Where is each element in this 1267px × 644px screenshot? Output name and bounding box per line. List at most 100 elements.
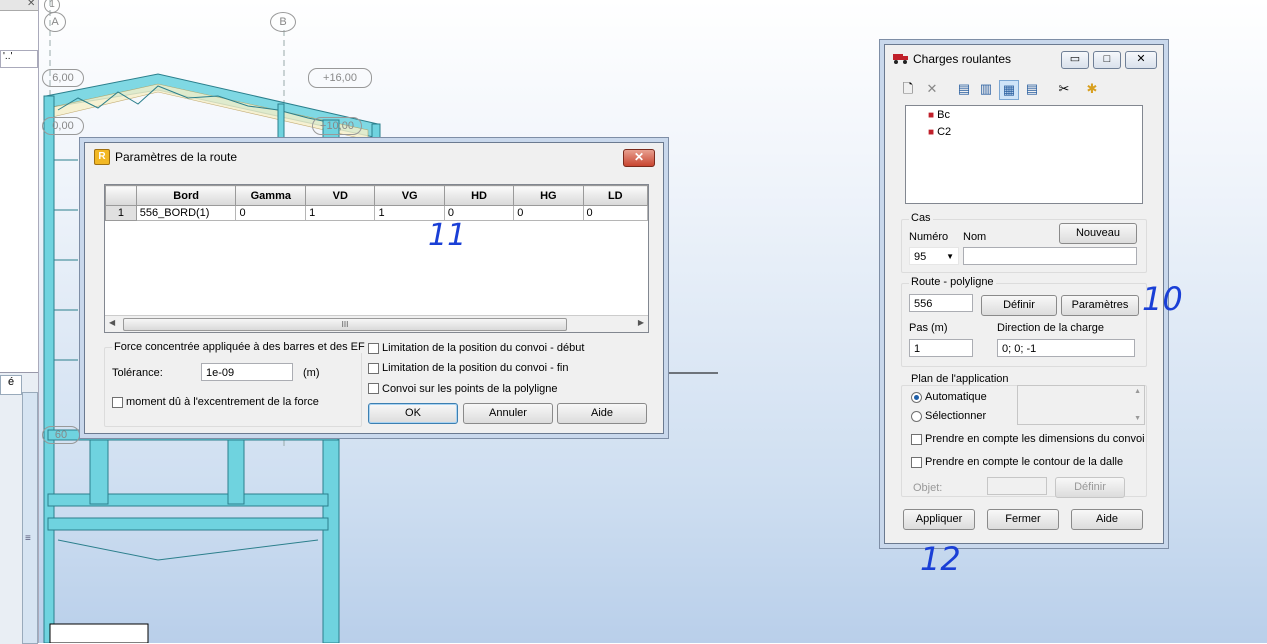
left-panel-field[interactable]: '..' bbox=[0, 50, 38, 68]
tree-item[interactable]: ■ C2 bbox=[928, 126, 951, 138]
tolerance-input[interactable]: 1e-09 bbox=[201, 363, 293, 381]
table-row[interactable]: 1 556_BORD(1) 0 1 1 0 0 0 bbox=[105, 205, 649, 221]
level-marker-right-text: +16,00 bbox=[323, 72, 357, 84]
level-marker-left: 6,00 bbox=[42, 69, 84, 87]
scroll-left-icon[interactable]: ◀ bbox=[109, 318, 115, 327]
limit-end-checkbox[interactable] bbox=[368, 363, 379, 374]
tree-item-label: Bc bbox=[937, 109, 950, 121]
new-document-icon[interactable]: 🗋 bbox=[899, 80, 917, 98]
aide-button[interactable]: Aide bbox=[1071, 509, 1143, 530]
row-number[interactable]: 1 bbox=[105, 205, 137, 221]
col-header-hd[interactable]: HD bbox=[443, 185, 515, 206]
minimize-glyph: ▭ bbox=[1069, 53, 1081, 65]
cancel-button[interactable]: Annuler bbox=[463, 403, 553, 424]
pas-label: Pas (m) bbox=[909, 322, 948, 334]
contour-label: Prendre en compte le contour de la dalle bbox=[925, 456, 1124, 468]
level-marker-right-2-text: +10,00 bbox=[320, 120, 354, 132]
tolerance-label: Tolérance: bbox=[112, 367, 163, 379]
fermer-button[interactable]: Fermer bbox=[987, 509, 1059, 530]
dims-checkbox[interactable] bbox=[911, 434, 922, 445]
scissors-icon[interactable]: ✂ bbox=[1055, 80, 1073, 98]
close-glyph: ✕ bbox=[1136, 53, 1146, 65]
col-header-hg[interactable]: HG bbox=[513, 185, 584, 206]
axis-marker-a: A bbox=[44, 12, 66, 32]
row-header-corner bbox=[105, 185, 137, 206]
parametres-button[interactable]: Paramètres bbox=[1061, 295, 1139, 316]
col-header-bord[interactable]: Bord bbox=[135, 185, 237, 206]
delete-icon[interactable]: ✕ bbox=[923, 80, 941, 98]
definir-button[interactable]: Définir bbox=[981, 295, 1057, 316]
convoy-points-checkbox[interactable] bbox=[368, 383, 379, 394]
limit-start-checkbox[interactable] bbox=[368, 343, 379, 354]
minimize-icon[interactable]: ▭ bbox=[1061, 51, 1089, 69]
scroll-thumb[interactable]: III bbox=[123, 318, 567, 331]
automatique-radio[interactable] bbox=[911, 392, 922, 403]
numero-label: Numéro bbox=[909, 231, 949, 243]
tolerance-unit: (m) bbox=[303, 367, 320, 379]
direction-input[interactable]: 0; 0; -1 bbox=[997, 339, 1135, 357]
table-cell[interactable]: 1 bbox=[305, 205, 376, 221]
col-header-vd[interactable]: VD bbox=[305, 185, 376, 206]
close-icon[interactable]: ✕ bbox=[27, 0, 35, 9]
col-header-gamma[interactable]: Gamma bbox=[235, 185, 307, 206]
table-view-icon[interactable]: ▤ bbox=[955, 80, 973, 98]
direction-label: Direction de la charge bbox=[997, 322, 1105, 334]
col-header-ld[interactable]: LD bbox=[582, 185, 649, 206]
help-button[interactable]: Aide bbox=[557, 403, 647, 424]
table-cell[interactable]: 556_BORD(1) bbox=[135, 205, 237, 221]
tree-item[interactable]: ■ Bc bbox=[928, 109, 950, 121]
route-parameters-dialog: R Paramètres de la route ✕ Bord Gamma VD… bbox=[84, 142, 664, 434]
moment-checkbox[interactable] bbox=[112, 397, 123, 408]
scroll-up-icon: ▲ bbox=[1134, 388, 1141, 395]
charges-titlebar[interactable]: Charges roulantes ▭ □ ✕ bbox=[885, 45, 1163, 73]
left-panel-tab[interactable]: é bbox=[0, 375, 22, 395]
route-dialog-titlebar[interactable]: R Paramètres de la route ✕ bbox=[85, 143, 663, 171]
truck-icon: ■ bbox=[928, 127, 935, 138]
open-folder-icon[interactable]: ✱ bbox=[1083, 80, 1101, 98]
list-view-icon[interactable]: ▥ bbox=[977, 80, 995, 98]
grid-view-icon[interactable]: ▦ bbox=[999, 80, 1019, 100]
vehicle-tree[interactable]: ■ Bc ■ C2 bbox=[905, 105, 1143, 204]
contour-checkbox[interactable] bbox=[911, 457, 922, 468]
cas-group-label: Cas bbox=[909, 212, 933, 224]
maximize-icon[interactable]: □ bbox=[1093, 51, 1121, 69]
nom-input[interactable] bbox=[963, 247, 1137, 265]
scroll-thumb-grip: III bbox=[341, 320, 349, 329]
col-header-vg[interactable]: VG bbox=[374, 185, 445, 206]
level-marker-bottom: 60 bbox=[42, 426, 80, 444]
table-header-row: Bord Gamma VD VG HD HG LD bbox=[105, 185, 649, 206]
route-group-label: Route - polyligne bbox=[909, 276, 996, 288]
limit-start-label: Limitation de la position du convoi - dé… bbox=[382, 342, 585, 354]
grid-horizontal-scrollbar[interactable]: ◀ III ▶ bbox=[105, 315, 648, 332]
left-panel-tab-text: é bbox=[7, 376, 15, 388]
appliquer-button[interactable]: Appliquer bbox=[903, 509, 975, 530]
route-grid[interactable]: Bord Gamma VD VG HD HG LD 1 556_BORD(1) … bbox=[104, 184, 649, 333]
numero-select[interactable]: 95 ▼ bbox=[909, 247, 959, 265]
route-input[interactable]: 556 bbox=[909, 294, 973, 312]
objet-definir-button: Définir bbox=[1055, 477, 1125, 498]
selection-list: ▲ ▼ bbox=[1017, 385, 1145, 425]
level-marker-right: +16,00 bbox=[308, 68, 372, 88]
left-panel-field-text: '..' bbox=[3, 51, 13, 62]
objet-input bbox=[987, 477, 1047, 495]
pas-input[interactable]: 1 bbox=[909, 339, 973, 357]
charges-roulantes-window: Charges roulantes ▭ □ ✕ 🗋 ✕ ▤ ▥ ▦ ▤ ✂ ✱ … bbox=[884, 44, 1164, 544]
details-view-icon[interactable]: ▤ bbox=[1023, 80, 1041, 98]
plan-group-label: Plan de l'application bbox=[909, 373, 1011, 385]
table-cell[interactable]: 0 bbox=[235, 205, 307, 221]
moment-label: moment dû à l'excentrement de la force bbox=[126, 396, 319, 408]
left-scrollbar[interactable]: ≡ bbox=[22, 392, 38, 644]
table-cell[interactable]: 0 bbox=[513, 205, 584, 221]
nouveau-button[interactable]: Nouveau bbox=[1059, 223, 1137, 244]
level-marker-bottom-text: 60 bbox=[54, 429, 68, 441]
close-icon[interactable]: ✕ bbox=[623, 149, 655, 167]
annotation-10: 10 bbox=[1142, 280, 1183, 318]
selectionner-radio[interactable] bbox=[911, 411, 922, 422]
close-icon[interactable]: ✕ bbox=[1125, 51, 1157, 69]
ok-button[interactable]: OK bbox=[368, 403, 458, 424]
level-marker-left-2-text: 0,00 bbox=[52, 120, 74, 132]
route-dialog-title: Paramètres de la route bbox=[115, 150, 238, 164]
scroll-right-icon[interactable]: ▶ bbox=[638, 318, 644, 327]
scroll-down-icon: ▼ bbox=[1134, 415, 1141, 422]
table-cell[interactable]: 0 bbox=[582, 205, 649, 221]
